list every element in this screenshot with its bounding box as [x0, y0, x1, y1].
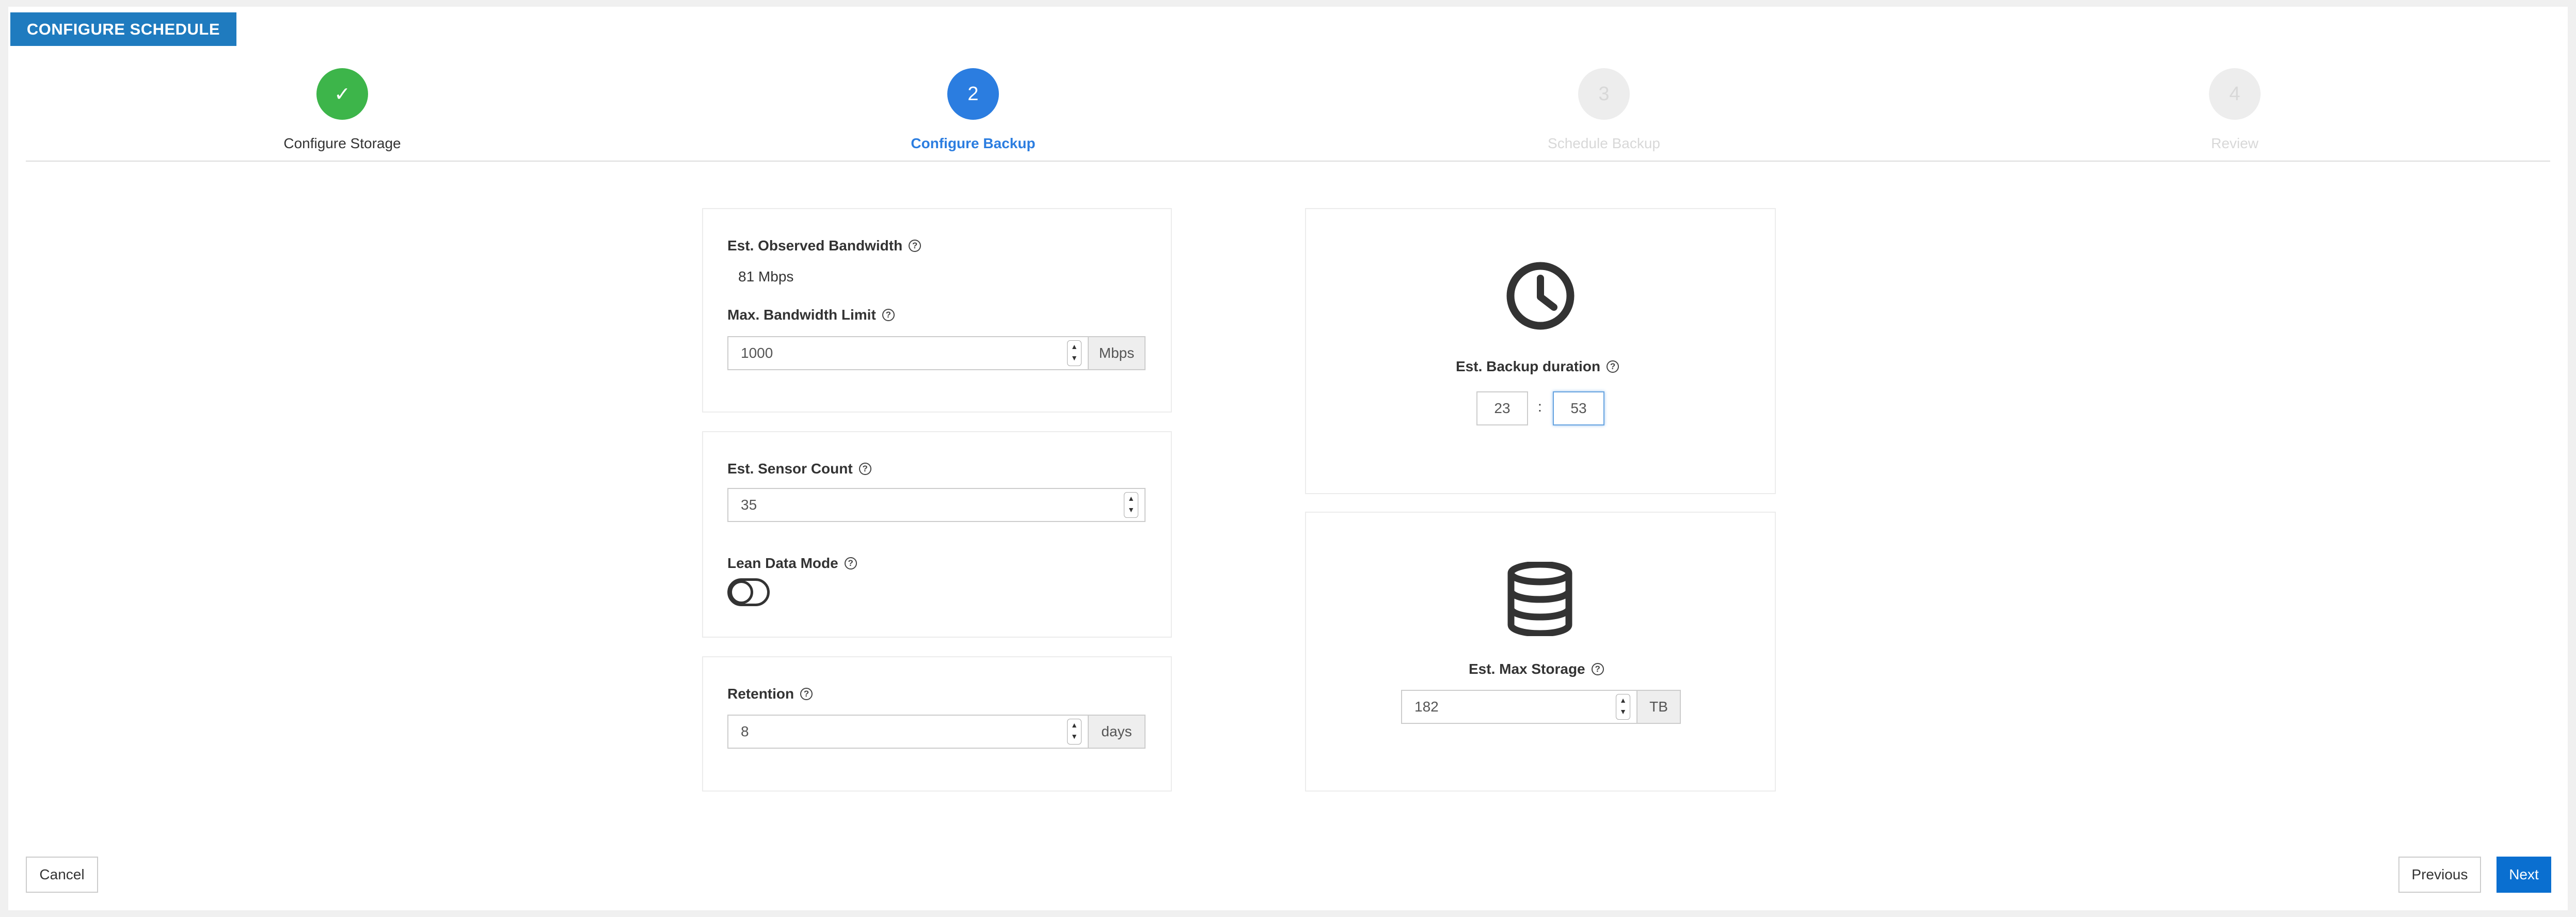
sensor-count-text: Est. Sensor Count — [727, 461, 853, 477]
bandwidth-unit-addon: Mbps — [1089, 336, 1146, 370]
sensor-count-input[interactable]: 35 ▲ ▼ — [727, 488, 1146, 522]
lean-data-mode-label: Lean Data Mode ? — [727, 555, 857, 572]
step-4-label: Review — [2211, 135, 2259, 151]
bandwidth-limit-text: Max. Bandwidth Limit — [727, 307, 876, 323]
backup-duration-text: Est. Backup duration — [1456, 358, 1601, 374]
help-icon[interactable]: ? — [882, 309, 895, 321]
spinner-arrows-icon[interactable]: ▲ ▼ — [1067, 719, 1082, 745]
step-2-number: 2 — [947, 68, 999, 120]
max-storage-value: 182 — [1414, 699, 1439, 715]
cancel-button[interactable]: Cancel — [26, 857, 98, 893]
observed-bandwidth-value: 81 Mbps — [738, 268, 794, 284]
duration-minutes-input[interactable]: 53 — [1553, 391, 1604, 425]
next-button[interactable]: Next — [2497, 857, 2551, 893]
step-configure-storage[interactable]: ✓ Configure Storage — [162, 68, 523, 152]
database-icon — [1507, 562, 1572, 636]
sensor-count-value: 35 — [741, 497, 757, 513]
help-icon[interactable]: ? — [800, 688, 813, 700]
clock-icon — [1506, 262, 1575, 330]
observed-bandwidth-label: Est. Observed Bandwidth ? — [727, 238, 921, 254]
step-3-number: 3 — [1578, 68, 1630, 120]
help-icon[interactable]: ? — [858, 463, 871, 475]
step-4-number: 4 — [2209, 68, 2261, 120]
help-icon[interactable]: ? — [844, 557, 857, 570]
duration-hours-input[interactable]: 23 — [1476, 391, 1528, 425]
bandwidth-limit-input[interactable]: 1000 ▲ ▼ — [727, 336, 1089, 370]
step-1-label: Configure Storage — [283, 135, 401, 151]
sensor-count-label: Est. Sensor Count ? — [727, 461, 871, 477]
retention-input[interactable]: 8 ▲ ▼ — [727, 715, 1089, 749]
retention-unit-addon: days — [1089, 715, 1146, 749]
lean-data-mode-toggle[interactable] — [727, 578, 770, 606]
retention-label: Retention ? — [727, 686, 813, 702]
observed-bandwidth-text: Est. Observed Bandwidth — [727, 238, 903, 254]
help-icon[interactable]: ? — [1591, 663, 1604, 675]
step-2-label: Configure Backup — [911, 135, 1036, 151]
max-storage-input[interactable]: 182 ▲ ▼ — [1401, 690, 1637, 724]
duration-separator: : — [1538, 399, 1542, 415]
stepper-divider — [26, 161, 2550, 162]
bandwidth-limit-label: Max. Bandwidth Limit ? — [727, 307, 895, 323]
lean-data-mode-text: Lean Data Mode — [727, 555, 838, 571]
max-storage-text: Est. Max Storage — [1469, 661, 1585, 677]
page-title: CONFIGURE SCHEDULE — [10, 12, 236, 46]
toggle-knob — [729, 580, 753, 604]
spinner-arrows-icon[interactable]: ▲ ▼ — [1616, 694, 1630, 720]
backup-duration-label: Est. Backup duration ? — [1456, 358, 1619, 375]
help-icon[interactable]: ? — [909, 240, 921, 252]
step-schedule-backup[interactable]: 3 Schedule Backup — [1423, 68, 1785, 152]
help-icon[interactable]: ? — [1607, 360, 1619, 373]
spinner-arrows-icon[interactable]: ▲ ▼ — [1124, 492, 1138, 518]
storage-unit-addon: TB — [1637, 690, 1681, 724]
spinner-arrows-icon[interactable]: ▲ ▼ — [1067, 340, 1082, 366]
previous-button[interactable]: Previous — [2398, 857, 2481, 893]
step-3-label: Schedule Backup — [1548, 135, 1660, 151]
duration-card — [1305, 208, 1776, 494]
step-1-check-icon: ✓ — [316, 68, 368, 120]
step-review[interactable]: 4 Review — [2054, 68, 2415, 152]
bandwidth-limit-value: 1000 — [741, 345, 773, 361]
max-storage-label: Est. Max Storage ? — [1469, 661, 1604, 677]
storage-card — [1305, 512, 1776, 792]
retention-text: Retention — [727, 686, 794, 702]
step-configure-backup[interactable]: 2 Configure Backup — [792, 68, 1154, 152]
retention-value: 8 — [741, 723, 749, 739]
